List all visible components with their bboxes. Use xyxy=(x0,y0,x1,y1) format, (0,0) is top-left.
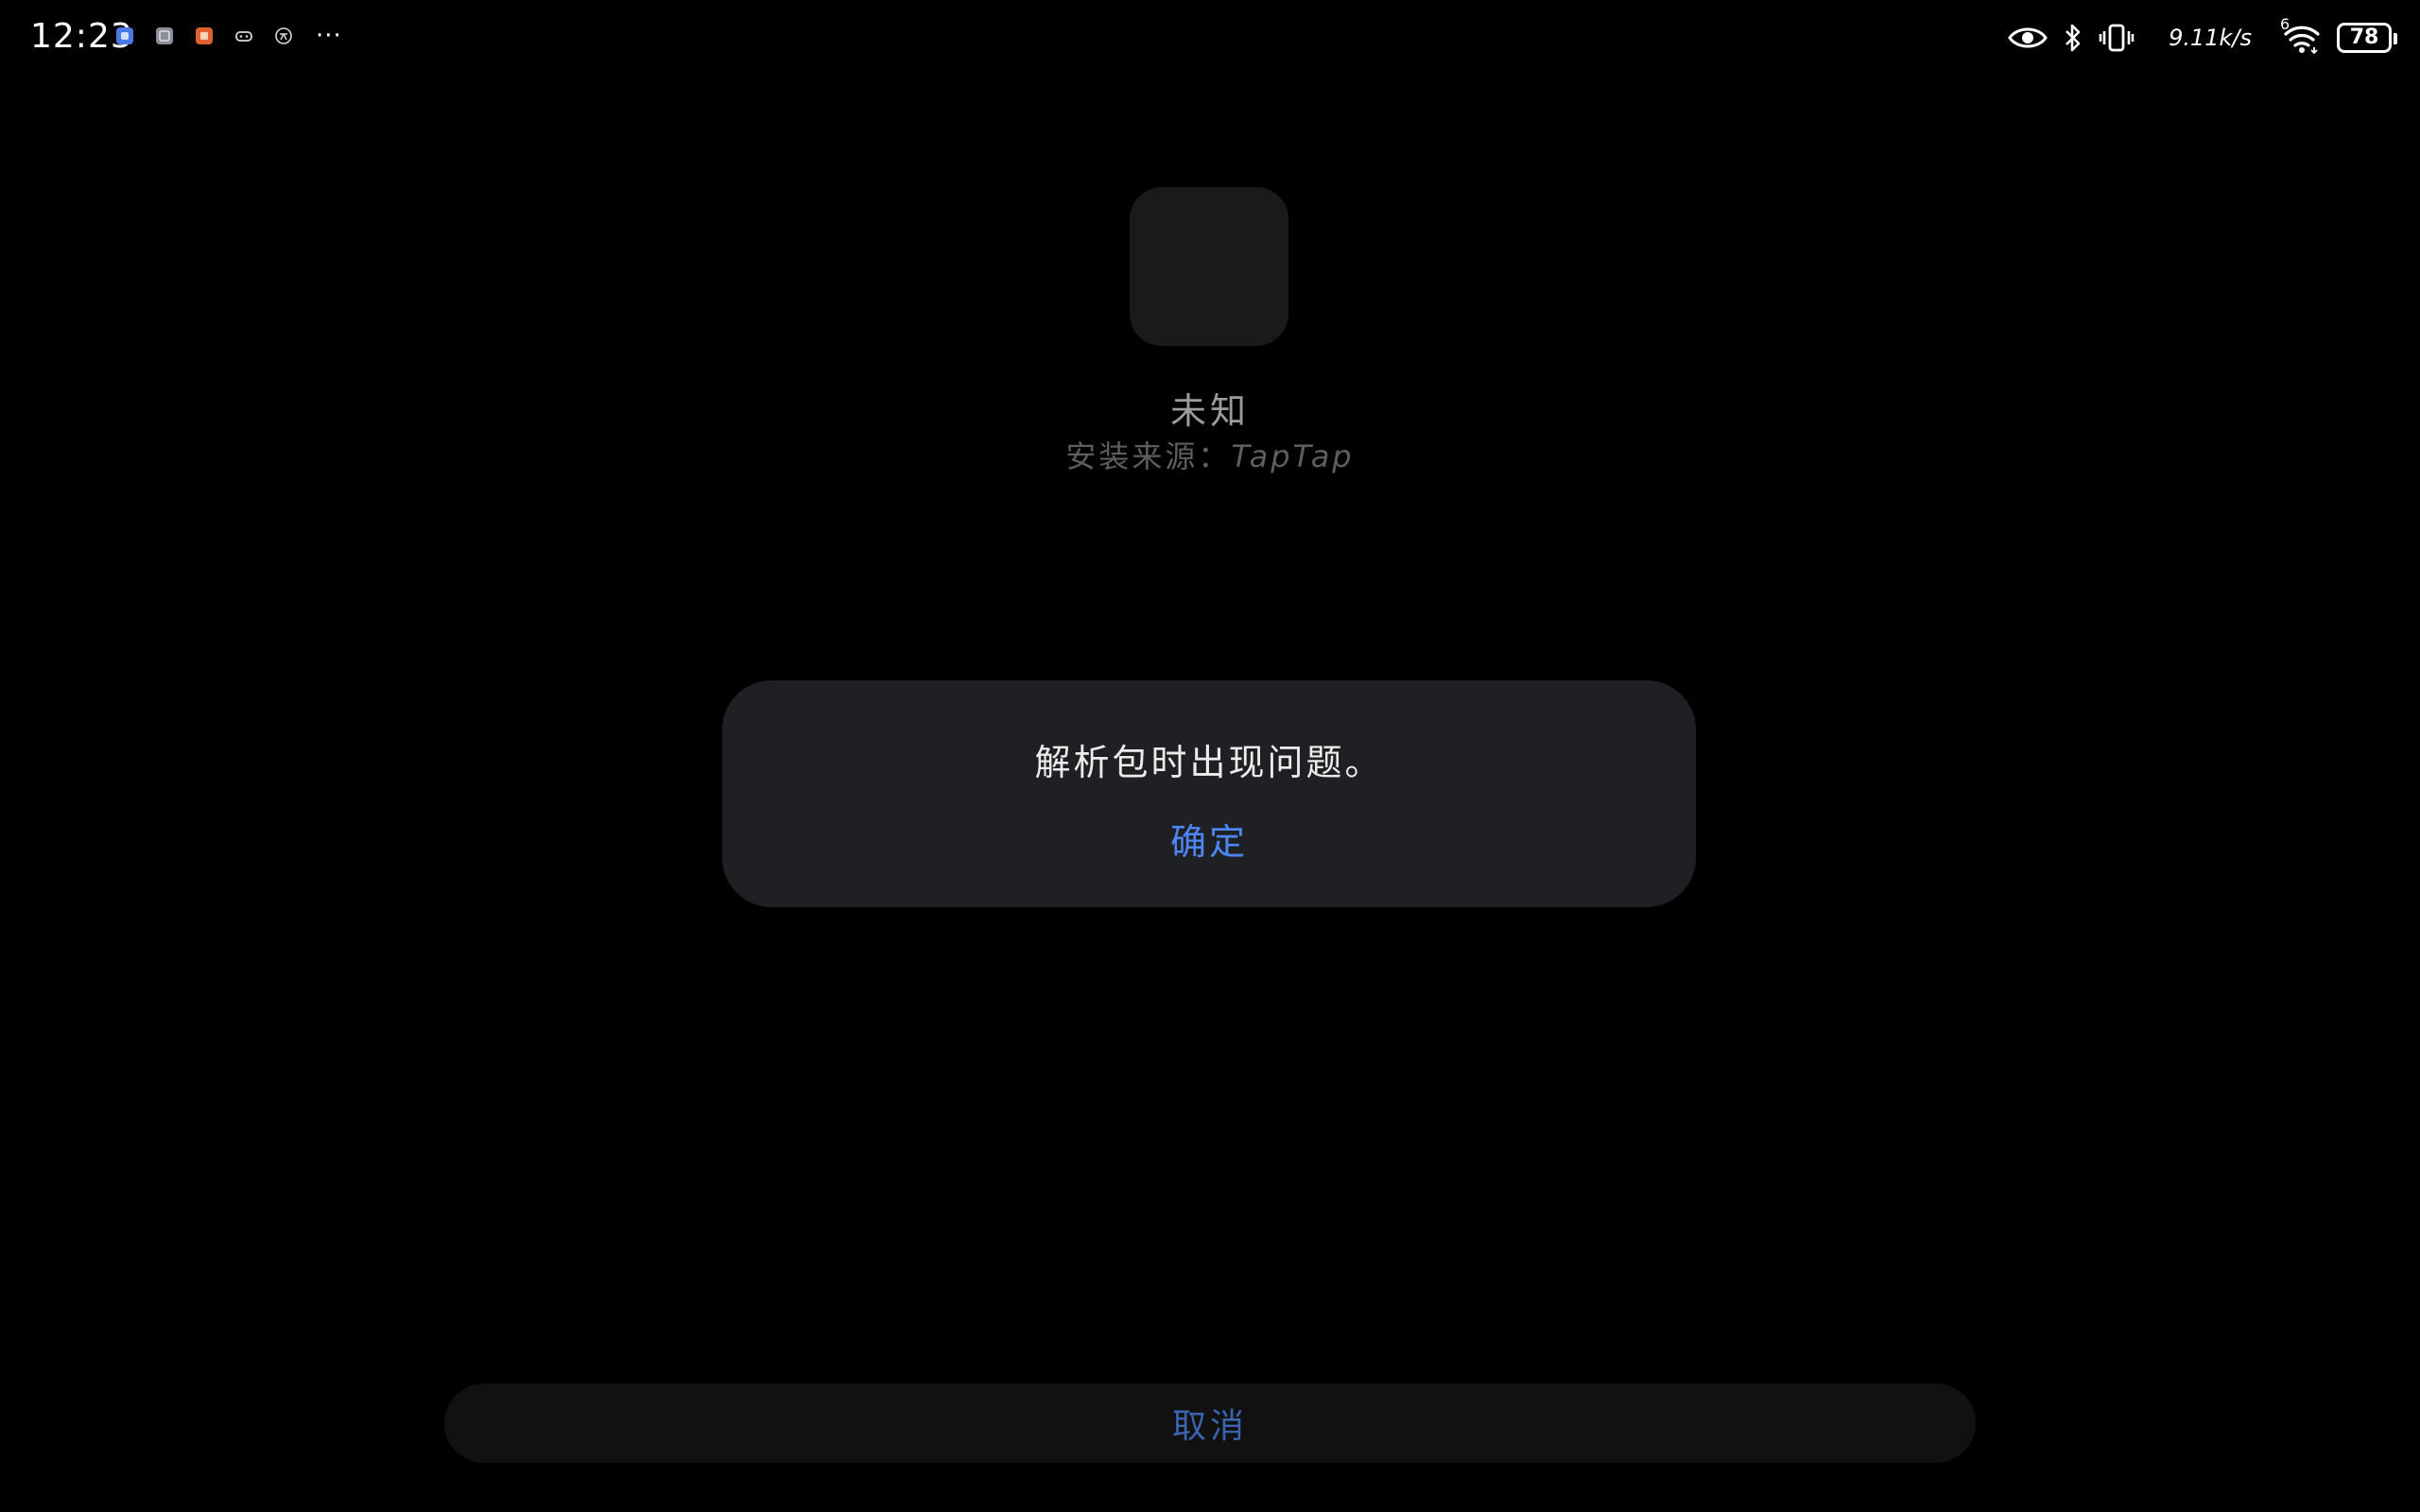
app-notification-blue-icon xyxy=(115,26,134,45)
status-right: 9.11k/s 6 78 xyxy=(2008,15,2397,57)
bluetooth-icon xyxy=(2063,23,2083,53)
signal-label: 6 xyxy=(2280,15,2290,33)
install-source-value: TapTap xyxy=(1231,438,1355,474)
app-icon-placeholder xyxy=(1130,187,1288,346)
vibrate-icon xyxy=(2099,23,2135,53)
status-bar: 12:23 ··· 9.11k/s 6 78 xyxy=(0,0,2420,77)
notification-icons: ··· xyxy=(115,22,342,50)
eye-comfort-icon xyxy=(2008,23,2048,53)
cancel-button[interactable]: 取消 xyxy=(444,1383,1976,1463)
dialog-message: 解析包时出现问题。 xyxy=(1034,742,1384,783)
battery-icon: 78 xyxy=(2337,23,2397,53)
app-name: 未知 xyxy=(1169,390,1250,432)
app-notification-round-icon xyxy=(274,26,293,45)
install-source: 安装来源：TapTap xyxy=(0,433,2420,476)
parse-error-dialog: 解析包时出现问题。 确定 xyxy=(722,680,1696,907)
app-notification-orange-icon xyxy=(195,26,214,45)
ok-button[interactable]: 确定 xyxy=(1115,805,1304,871)
installer-screen: 12:23 ··· 9.11k/s 6 78 未知 安装来源：TapTap 解析… xyxy=(0,0,2420,1512)
gamepad-icon xyxy=(234,26,253,45)
network-speed: 9.11k/s xyxy=(2169,25,2252,51)
wifi-icon: 6 xyxy=(2280,15,2322,55)
battery-level: 78 xyxy=(2349,26,2379,49)
install-source-label: 安装来源： xyxy=(1065,438,1232,474)
more-notifications-icon: ··· xyxy=(316,22,342,50)
app-notification-gray-icon xyxy=(155,26,174,45)
